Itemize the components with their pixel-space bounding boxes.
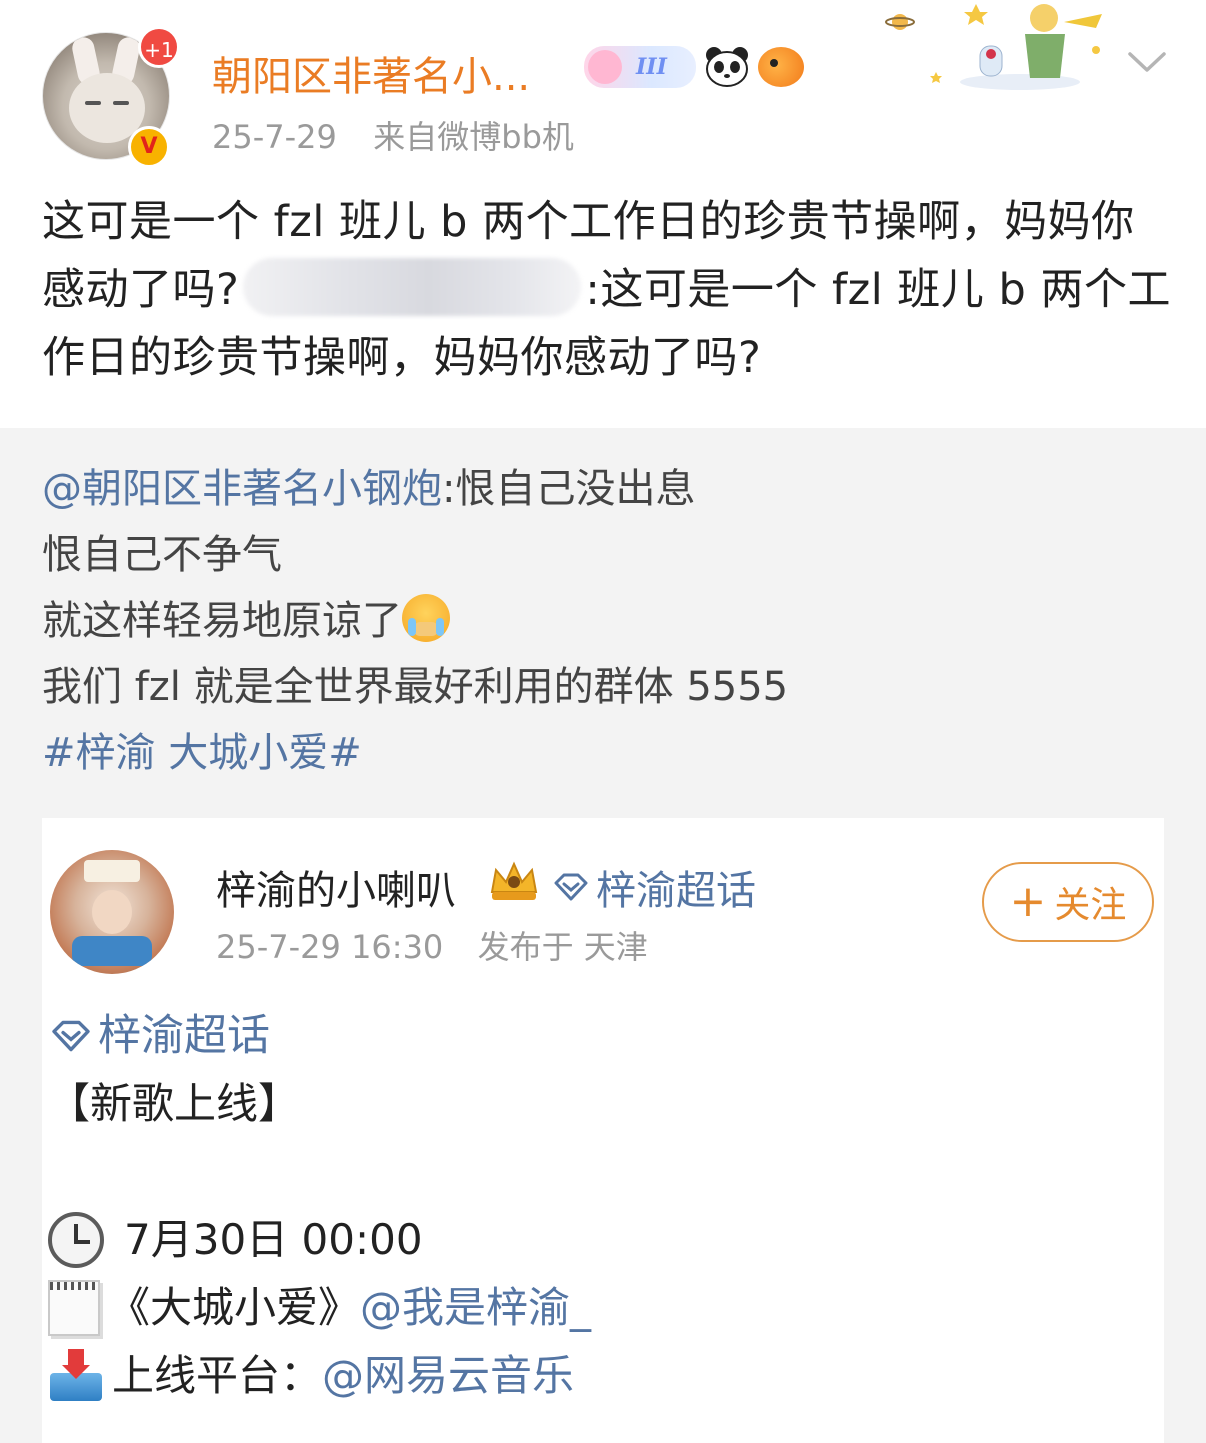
release-time-row: 7月30日 00:00 — [48, 1206, 591, 1274]
topic-link[interactable]: #梓渝 大城小爱# — [42, 720, 788, 786]
source-app-link[interactable]: 微博bb机 — [437, 118, 574, 156]
source-prefix: 来自 — [373, 118, 438, 156]
inbox-tray-icon — [48, 1349, 104, 1403]
bear-icon — [588, 50, 622, 84]
body-super-topic-label: 梓渝超话 — [98, 1011, 270, 1061]
repost-text: @朝阳区非著名小钢炮:恨自己没出息 恨自己不争气 就这样轻易地原谅了 我们 fz… — [42, 456, 788, 786]
verified-badge-icon: V — [128, 126, 170, 168]
chevron-down-icon[interactable] — [1124, 42, 1170, 82]
post-meta: 25-7-29 来自微博bb机 — [212, 112, 574, 158]
pufferfish-icon[interactable] — [758, 47, 804, 87]
little-prince-decoration — [885, 4, 1102, 90]
clock-icon — [48, 1212, 104, 1268]
author-avatar[interactable]: +1 V — [42, 26, 180, 168]
crown-icon — [490, 861, 538, 900]
level-badge-label: III — [636, 54, 667, 80]
follow-label: 关注 — [1054, 885, 1127, 926]
plus-icon: + — [1009, 876, 1047, 927]
diamond-icon — [554, 873, 588, 901]
diamond-icon — [52, 1020, 90, 1052]
card-meta: 25-7-29 16:30 发布于 天津 — [216, 922, 648, 968]
post-text: 这可是一个 fzl 班儿 b 两个工作日的珍贵节操啊，妈妈你感动了吗?:这可是一… — [42, 188, 1172, 392]
body-super-topic-link[interactable]: 梓渝超话 — [48, 1002, 591, 1070]
repost-line1: :恨自己没出息 — [442, 466, 696, 512]
card-datetime: 25-7-29 16:30 — [216, 928, 444, 966]
post-date: 25-7-29 — [212, 118, 337, 156]
follow-button[interactable]: + 关注 — [982, 862, 1154, 942]
mention-link[interactable]: @朝阳区非著名小钢炮 — [42, 466, 442, 512]
post-header: +1 V 朝阳区非著名小... III 25-7-29 来自微博bb机 — [0, 0, 1206, 185]
level-badge[interactable]: III — [584, 46, 696, 88]
card-location: 发布于 天津 — [477, 928, 648, 966]
headline: 【新歌上线】 — [48, 1079, 301, 1128]
super-topic-tag[interactable]: 梓渝超话 — [552, 858, 756, 916]
panda-icon[interactable] — [704, 46, 750, 88]
original-post-card[interactable]: 梓渝的小喇叭 梓渝超话 25-7-29 16:30 发布于 天津 + 关注 梓渝… — [42, 818, 1164, 1443]
repost-line2: 恨自己不争气 — [42, 532, 282, 578]
card-author-name[interactable]: 梓渝的小喇叭 — [216, 858, 456, 916]
user-badges: III — [584, 42, 804, 92]
repost-line4: 我们 fzl 就是全世界最好利用的群体 5555 — [42, 664, 789, 710]
super-topic-label: 梓渝超话 — [596, 868, 756, 914]
author-name[interactable]: 朝阳区非著名小... — [212, 44, 530, 102]
card-author-avatar[interactable] — [50, 850, 174, 974]
song-row: 《大城小爱》 @我是梓渝_ — [48, 1274, 591, 1342]
platform-mention-link[interactable]: @网易云音乐 — [322, 1342, 574, 1410]
artist-mention-link[interactable]: @我是梓渝_ — [360, 1274, 591, 1342]
repost-block[interactable]: @朝阳区非著名小钢炮:恨自己没出息 恨自己不争气 就这样轻易地原谅了 我们 fz… — [0, 428, 1206, 1443]
notepad-icon — [48, 1280, 100, 1336]
repost-line3: 就这样轻易地原谅了 — [42, 598, 402, 644]
card-body: 梓渝超话 【新歌上线】 7月30日 00:00 《大城小爱》 @我是梓渝_ 上线… — [48, 1002, 591, 1410]
platform-label: 上线平台： — [112, 1351, 323, 1400]
notification-badge: +1 — [138, 26, 180, 68]
blurred-mention — [243, 258, 582, 316]
song-title: 《大城小爱》 — [108, 1283, 361, 1332]
crying-emoji-icon — [402, 594, 450, 642]
platform-row: 上线平台： @网易云音乐 — [48, 1342, 591, 1410]
release-time: 7月30日 00:00 — [124, 1215, 423, 1264]
